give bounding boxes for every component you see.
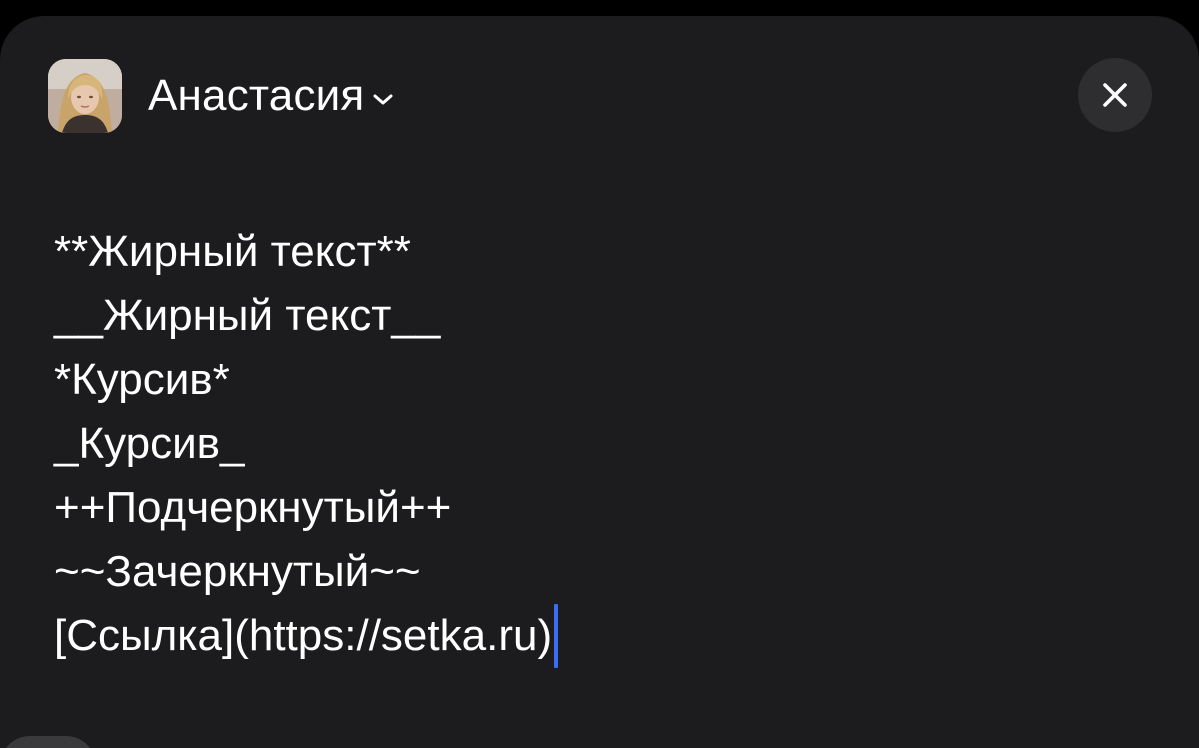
editor-line-italic-asterisk: *Курсив* [54,355,230,404]
text-caret [554,604,559,668]
close-button[interactable] [1078,58,1152,132]
editor-line-bold-underscores: __Жирный текст__ [54,291,441,340]
editor-line-bold-asterisks: **Жирный текст** [54,227,411,276]
close-icon [1103,83,1127,107]
screen: Анастасия **Жирный текст** __Жирный текс… [0,0,1199,748]
editor-line-link-text: [Ссылка](https://setka.ru) [54,611,553,660]
editor-line-link: [Ссылка](https://setka.ru) [54,604,1134,668]
editor-line-italic-underscore: _Курсив_ [54,419,245,468]
message-editor[interactable]: **Жирный текст** __Жирный текст__ *Курси… [54,220,1134,668]
avatar-photo-icon [48,59,122,133]
avatar [48,59,122,133]
chevron-down-icon [372,92,394,108]
editor-line-strikethrough: ~~Зачеркнутый~~ [54,547,421,596]
account-switcher[interactable]: Анастасия [148,74,394,118]
editor-line-underline: ++Подчеркнутый++ [54,483,452,532]
account-name: Анастасия [148,71,365,120]
compose-header: Анастасия [48,58,394,134]
